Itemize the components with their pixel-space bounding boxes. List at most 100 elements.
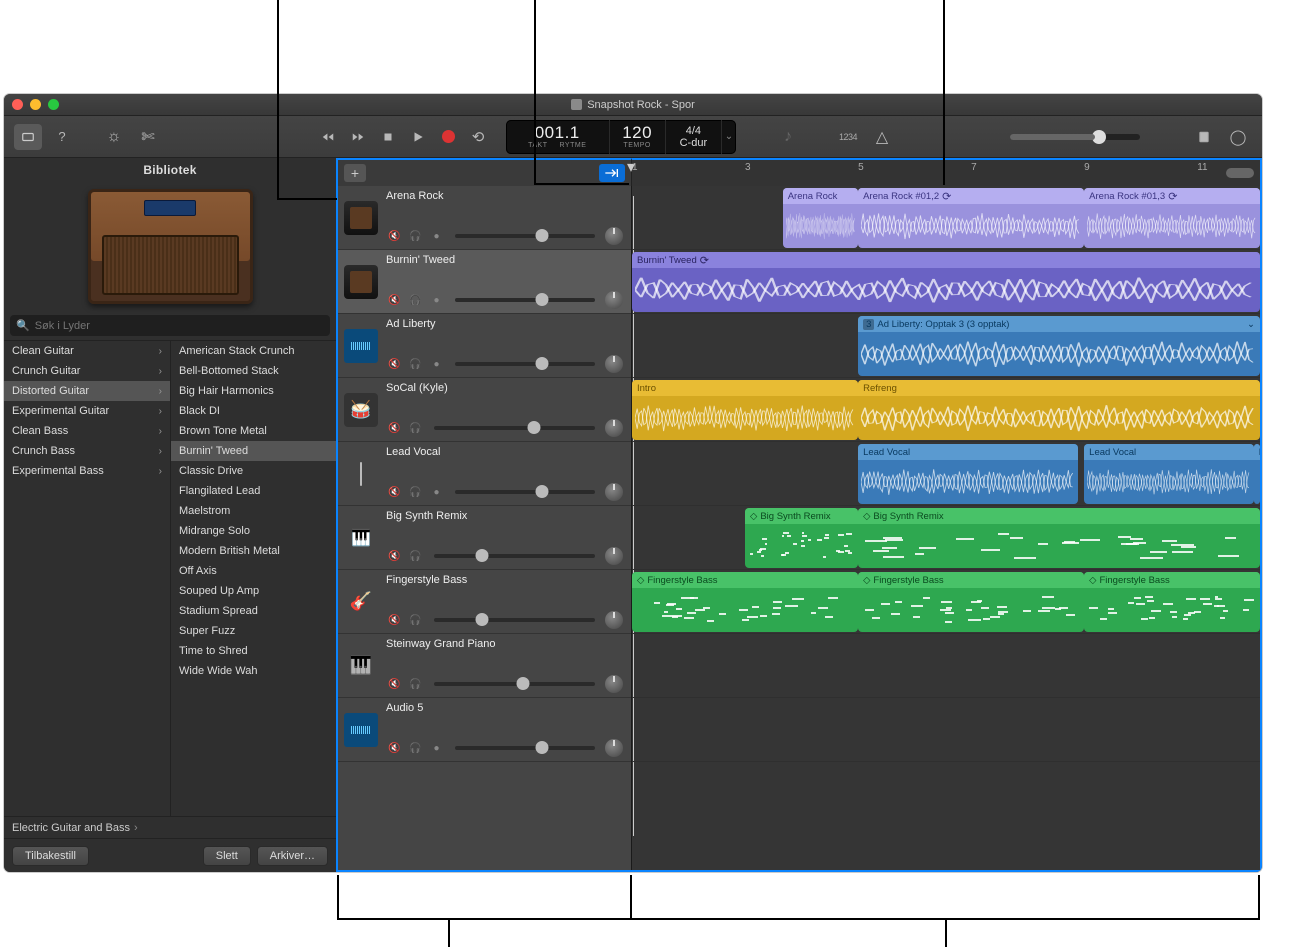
track-pan-knob[interactable] [605,291,623,309]
region[interactable]: Arena Rock #01,2 [858,188,1084,248]
library-row[interactable]: Crunch Bass› [4,441,170,461]
library-row[interactable]: Stadium Spread [171,601,336,621]
solo-button[interactable]: 🎧 [407,484,424,500]
rewind-button[interactable] [314,124,342,150]
region[interactable]: Burnin' Tweed [632,252,1260,312]
track-header[interactable]: Ad Liberty 🔇🎧● .tc-slider::after{left:va… [338,314,631,378]
solo-button[interactable]: 🎧 [407,420,424,436]
smart-controls-button[interactable]: ☼ [100,124,128,150]
rec-button[interactable]: ● [428,484,445,500]
library-row[interactable]: Brown Tone Metal [171,421,336,441]
master-volume-slider[interactable] [1010,134,1140,140]
track-header[interactable]: Big Synth Remix 🔇🎧 .tc-slider::after{lef… [338,506,631,570]
region[interactable]: ◇Big Synth Remix [858,508,1260,568]
library-row[interactable]: Experimental Bass› [4,461,170,481]
count-in-button[interactable]: 1234 [834,124,862,150]
region[interactable]: ◇Big Synth Remix [745,508,858,568]
mute-button[interactable]: 🔇 [386,420,403,436]
track-header[interactable]: Steinway Grand Piano 🔇🎧 .tc-slider::afte… [338,634,631,698]
library-row[interactable]: Black DI [171,401,336,421]
track-header[interactable]: Audio 5 🔇🎧● .tc-slider::after{left:var(-… [338,698,631,762]
region[interactable]: Intro [632,380,858,440]
track-volume-slider[interactable]: .tc-slider::after{left:var(--v,60)%} [455,746,595,750]
save-button[interactable]: Arkiver… [257,846,328,866]
library-row[interactable]: Midrange Solo [171,521,336,541]
track-header[interactable]: Burnin' Tweed 🔇🎧● .tc-slider::after{left… [338,250,631,314]
track-pan-knob[interactable] [605,483,623,501]
library-row[interactable]: Bell-Bottomed Stack [171,361,336,381]
close-button[interactable] [12,99,23,110]
maximize-button[interactable] [48,99,59,110]
library-row[interactable]: Off Axis [171,561,336,581]
rec-button[interactable]: ● [428,228,445,244]
search-input[interactable] [35,320,324,332]
library-category-column[interactable]: Clean Guitar›Crunch Guitar›Distorted Gui… [4,341,170,816]
track-pan-knob[interactable] [605,739,623,757]
track-volume-slider[interactable]: .tc-slider::after{left:var(--v,60)%} [434,682,595,686]
solo-button[interactable]: 🎧 [407,548,424,564]
lcd-display[interactable]: 001.1 TAKT RYTME 120 TEMPO 4/4 C-dur ⌄ [506,120,736,154]
track-volume-slider[interactable]: .tc-slider::after{left:var(--v,60)%} [455,234,595,238]
record-button[interactable] [434,124,462,150]
region[interactable]: Lead Vocal [1084,444,1254,504]
track-pan-knob[interactable] [605,355,623,373]
mute-button[interactable]: 🔇 [386,676,403,692]
editors-button[interactable]: ✄ [134,124,162,150]
rec-button[interactable]: ● [428,740,445,756]
region[interactable]: 3Ad Liberty: Opptak 3 (3 opptak)⌄ [858,316,1260,376]
loop-browser-button[interactable]: ◯ [1224,124,1252,150]
play-button[interactable] [404,124,432,150]
cycle-button[interactable]: ⟲ [464,124,492,150]
add-track-button[interactable]: + [344,164,366,182]
track-volume-slider[interactable]: .tc-slider::after{left:var(--v,60)%} [455,490,595,494]
track-header[interactable]: Arena Rock 🔇🎧● .tc-slider::after{left:va… [338,186,631,250]
track-header[interactable]: Lead Vocal 🔇🎧● .tc-slider::after{left:va… [338,442,631,506]
track-volume-slider[interactable]: .tc-slider::after{left:var(--v,60)%} [455,362,595,366]
region[interactable]: Arena Rock #01,3 [1084,188,1260,248]
library-toggle-button[interactable] [14,124,42,150]
timeline-ruler[interactable]: 1357911 [632,158,1260,186]
region[interactable]: Lead Vocal [858,444,1078,504]
library-breadcrumb[interactable]: Electric Guitar and Bass› [4,816,336,838]
mute-button[interactable]: 🔇 [386,740,403,756]
region[interactable]: ◇Fingerstyle Bass [858,572,1084,632]
catch-playhead-button[interactable] [599,164,625,182]
library-row[interactable]: Experimental Guitar› [4,401,170,421]
solo-button[interactable]: 🎧 [407,292,424,308]
quick-help-button[interactable]: ? [48,124,76,150]
track-header[interactable]: SoCal (Kyle) 🔇🎧 .tc-slider::after{left:v… [338,378,631,442]
rec-button[interactable]: ● [428,356,445,372]
metronome-button[interactable]: △ [868,124,896,150]
library-patch-column[interactable]: American Stack CrunchBell-Bottomed Stack… [170,341,336,816]
mute-button[interactable]: 🔇 [386,612,403,628]
reset-button[interactable]: Tilbakestill [12,846,89,866]
solo-button[interactable]: 🎧 [407,676,424,692]
library-row[interactable]: Modern British Metal [171,541,336,561]
take-dropdown-icon[interactable]: ⌄ [1247,319,1255,330]
minimize-button[interactable] [30,99,41,110]
mute-button[interactable]: 🔇 [386,228,403,244]
tuner-button[interactable]: ♪ [774,124,802,150]
track-header[interactable]: Fingerstyle Bass 🔇🎧 .tc-slider::after{le… [338,570,631,634]
horizontal-zoom-slider[interactable] [1226,168,1254,178]
region[interactable]: ◇Fingerstyle Bass [1084,572,1260,632]
library-row[interactable]: Maelstrom [171,501,336,521]
library-row[interactable]: Clean Guitar› [4,341,170,361]
library-row[interactable]: Wide Wide Wah [171,661,336,681]
forward-button[interactable] [344,124,372,150]
library-row[interactable]: Burnin' Tweed [171,441,336,461]
track-pan-knob[interactable] [605,547,623,565]
mute-button[interactable]: 🔇 [386,292,403,308]
solo-button[interactable]: 🎧 [407,740,424,756]
track-volume-slider[interactable]: .tc-slider::after{left:var(--v,60)%} [455,298,595,302]
arrange-region-area[interactable]: Arena RockArena Rock #01,2Arena Rock #01… [632,186,1260,870]
library-row[interactable]: Souped Up Amp [171,581,336,601]
track-pan-knob[interactable] [605,227,623,245]
track-pan-knob[interactable] [605,611,623,629]
region[interactable]: Lea [1254,444,1260,504]
solo-button[interactable]: 🎧 [407,356,424,372]
region[interactable]: Refreng [858,380,1260,440]
library-row[interactable]: Classic Drive [171,461,336,481]
library-row[interactable]: Flangilated Lead [171,481,336,501]
delete-button[interactable]: Slett [203,846,251,866]
